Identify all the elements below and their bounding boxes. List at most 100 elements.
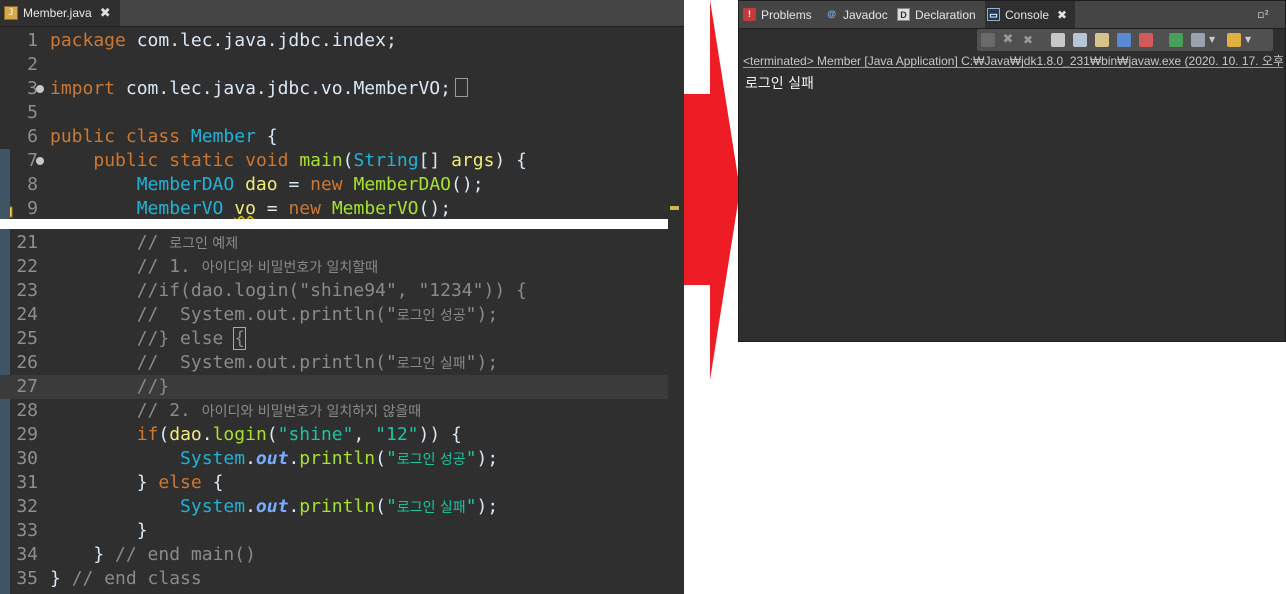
code-token: 아이디와 비밀번호가 일치하지 않을때 [201, 404, 422, 420]
editor-scrollbar[interactable] [668, 27, 684, 594]
code-line[interactable]: 28 // 2. 아이디와 비밀번호가 일치하지 않을때 [0, 399, 668, 423]
clear-console-icon[interactable] [1051, 33, 1065, 47]
tab-label: Console [1005, 7, 1050, 22]
scroll-lock-icon[interactable] [1073, 33, 1087, 47]
code-token: public [50, 126, 116, 147]
code-token: import [50, 78, 116, 99]
code-token: System [180, 496, 246, 517]
code-token: { [201, 472, 224, 493]
code-line[interactable]: 26 // System.out.println("로그인 실패"); [0, 351, 668, 375]
show-on-stdout-icon[interactable] [1117, 33, 1131, 47]
code-token: Member [190, 126, 256, 147]
code-token: 로그인 실패 [396, 356, 466, 372]
warning-marker-icon[interactable] [670, 206, 679, 210]
arrow-shape [684, 0, 740, 380]
close-tab-icon[interactable]: ✖ [100, 6, 111, 21]
code-line[interactable]: 7 public static void main(String[] args)… [0, 149, 668, 173]
console-status-text: <terminated> Member [Java Application] C… [743, 54, 1283, 68]
code-token: "); [465, 352, 499, 373]
line-number: 9 [27, 198, 38, 219]
show-on-stderr-icon[interactable] [1139, 33, 1153, 47]
code-line[interactable]: 3 import com.lec.java.jdbc.vo.MemberVO; [0, 77, 668, 101]
code-line[interactable]: 8 MemberDAO dao = new MemberDAO(); [0, 173, 668, 197]
editor-pane-top[interactable]: 1 package com.lec.java.jdbc.index; 2 3 impor… [0, 27, 684, 219]
code-token: 로그인 예제 [169, 236, 239, 252]
code-token: "12" [375, 424, 419, 445]
code-token: class [125, 126, 181, 147]
code-token: . [245, 496, 256, 517]
code-line[interactable]: 27 //} [0, 375, 668, 399]
code-token: println [299, 448, 376, 469]
code-token: com.lec.java.jdbc.vo.MemberVO; [115, 78, 451, 99]
code-line[interactable]: 22 // 1. 아이디와 비밀번호가 일치할때 [0, 255, 668, 279]
line-number: 6 [27, 126, 38, 147]
pin-console-icon[interactable] [1169, 33, 1183, 47]
tab-declaration[interactable]: D Declaration [897, 1, 981, 28]
tab-console[interactable]: ▭ Console ✖ [985, 1, 1075, 28]
line-number: 27 [16, 376, 38, 397]
code-line[interactable]: 6 public class Member { [0, 125, 668, 149]
word-wrap-icon[interactable] [1095, 33, 1109, 47]
code-token: } [50, 520, 148, 541]
code-line[interactable]: 5 [0, 101, 668, 125]
editor-pane-bottom[interactable]: 21 // 로그인 예제 22 // 1. 아이디와 비밀번호가 일치할때 23 /… [0, 229, 684, 594]
display-console-icon[interactable] [1191, 33, 1205, 47]
code-token: )) { [418, 424, 462, 445]
code-line[interactable]: 30 System.out.println("로그인 성공"); [0, 447, 668, 471]
fold-toggle-icon[interactable] [36, 157, 44, 165]
tab-javadoc[interactable]: @ Javadoc [825, 1, 889, 28]
code-token: //if(dao.login("shine94", "1234")) { [50, 280, 527, 301]
line-number: 34 [16, 544, 38, 565]
code-line[interactable]: 32 System.out.println("로그인 실패"); [0, 495, 668, 519]
code-text: } // end class [50, 567, 202, 591]
code-text: public static void main(String[] args) { [50, 149, 527, 173]
close-tab-icon[interactable]: ✖ [1057, 8, 1067, 22]
code-token: ( [375, 448, 386, 469]
java-file-icon: J [4, 6, 18, 20]
code-line[interactable]: 24 // System.out.println("로그인 성공"); [0, 303, 668, 327]
code-token: System [180, 448, 246, 469]
chevron-down-icon[interactable]: ▼ [1245, 33, 1253, 47]
line-number: 24 [16, 304, 38, 325]
code-line[interactable]: 9 MemberVO vo = new MemberVO(); [0, 197, 668, 219]
code-line[interactable]: 21 // 로그인 예제 [0, 231, 668, 255]
code-token: String [353, 150, 419, 171]
code-line[interactable]: 23 //if(dao.login("shine94", "1234")) { [0, 279, 668, 303]
line-number: 23 [16, 280, 38, 301]
fold-toggle-icon[interactable] [36, 85, 44, 93]
terminate-icon[interactable] [981, 33, 995, 47]
tab-label: Member.java [23, 6, 92, 20]
remove-all-terminated-icon[interactable]: ✖ [1021, 33, 1035, 47]
code-token: } [50, 568, 72, 589]
code-token: "); [465, 304, 499, 325]
code-line[interactable]: 25 //} else { [0, 327, 668, 351]
code-text: } [50, 519, 148, 543]
code-token: ( [158, 424, 170, 445]
line-number: 35 [16, 568, 38, 589]
folded-code-icon[interactable] [454, 78, 468, 97]
maximize-icon[interactable]: ▫² [1257, 8, 1269, 21]
code-line[interactable]: 2 [0, 53, 668, 77]
code-line[interactable]: 34 } // end main() [0, 543, 668, 567]
code-editor[interactable]: J Member.java ✖ 1 package com.lec.java.jd… [0, 0, 684, 594]
tab-problems[interactable]: ! Problems [743, 1, 819, 28]
code-line[interactable]: 35 } // end class [0, 567, 668, 591]
code-line[interactable]: 1 package com.lec.java.jdbc.index; [0, 29, 668, 53]
console-view: ! Problems @ Javadoc D Declaration ▭ Con… [738, 0, 1286, 342]
open-console-icon[interactable] [1227, 33, 1241, 47]
code-line[interactable]: 31 } else { [0, 471, 668, 495]
code-line[interactable]: 29 if(dao.login("shine", "12")) { [0, 423, 668, 447]
code-token: } [50, 544, 116, 565]
code-token: 로그인 성공 [396, 452, 466, 468]
chevron-down-icon[interactable]: ▼ [1209, 33, 1217, 47]
remove-launch-icon[interactable]: ✖ [1001, 33, 1015, 47]
code-line[interactable]: 33 } [0, 519, 668, 543]
tab-member-java[interactable]: J Member.java ✖ [0, 0, 120, 26]
code-token: = [255, 198, 289, 219]
tab-label: Javadoc [843, 7, 888, 22]
